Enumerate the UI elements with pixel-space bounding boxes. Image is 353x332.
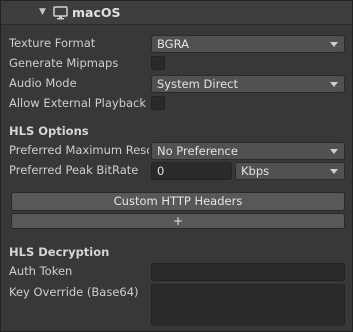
texture-format-dropdown[interactable]: BGRA bbox=[151, 35, 345, 53]
texture-format-value: BGRA bbox=[157, 37, 189, 51]
custom-http-headers-label: Custom HTTP Headers bbox=[113, 194, 243, 208]
key-override-row: Key Override (Base64) bbox=[1, 284, 352, 328]
allow-external-playback-checkbox[interactable] bbox=[151, 96, 165, 110]
auth-token-label: Auth Token bbox=[9, 264, 73, 278]
generate-mipmaps-label: Generate Mipmaps bbox=[9, 56, 119, 70]
audio-mode-row: Audio Mode System Direct bbox=[1, 75, 352, 93]
allow-external-playback-row: Allow External Playback bbox=[1, 95, 352, 113]
key-override-label: Key Override (Base64) bbox=[9, 285, 139, 299]
auth-token-input[interactable] bbox=[151, 263, 345, 281]
audio-mode-label: Audio Mode bbox=[9, 76, 77, 90]
platform-title: macOS bbox=[72, 5, 121, 20]
triangle-down-icon[interactable]: ▼ bbox=[39, 7, 46, 17]
preferred-peak-bitrate-label: Preferred Peak BitRate bbox=[9, 163, 139, 177]
generate-mipmaps-row: Generate Mipmaps bbox=[1, 55, 352, 73]
bitrate-unit-value: Kbps bbox=[241, 164, 270, 178]
plus-icon: + bbox=[172, 214, 184, 228]
preferred-peak-bitrate-value: 0 bbox=[157, 164, 165, 178]
chevron-down-icon bbox=[330, 82, 338, 87]
auth-token-row: Auth Token bbox=[1, 263, 352, 281]
chevron-down-icon bbox=[330, 42, 338, 47]
texture-format-label: Texture Format bbox=[9, 36, 96, 50]
monitor-icon bbox=[53, 6, 68, 20]
audio-mode-value: System Direct bbox=[157, 77, 238, 91]
preferred-peak-bitrate-row: Preferred Peak BitRate 0 Kbps bbox=[1, 162, 352, 180]
texture-format-row: Texture Format BGRA bbox=[1, 35, 352, 53]
chevron-down-icon bbox=[330, 169, 338, 174]
hls-decryption-heading: HLS Decryption bbox=[9, 245, 110, 259]
generate-mipmaps-checkbox[interactable] bbox=[151, 56, 165, 70]
preferred-max-resolution-value: No Preference bbox=[157, 144, 238, 158]
preferred-max-resolution-label: Preferred Maximum Reso bbox=[9, 143, 149, 157]
bitrate-unit-dropdown[interactable]: Kbps bbox=[235, 162, 345, 180]
custom-http-headers-button[interactable]: Custom HTTP Headers bbox=[11, 192, 345, 211]
add-header-button[interactable]: + bbox=[11, 213, 345, 229]
hls-options-heading: HLS Options bbox=[9, 124, 89, 138]
key-override-textarea[interactable] bbox=[151, 284, 345, 326]
macos-platform-panel: ▼ macOS Texture Format BGRA Generate Mip… bbox=[0, 0, 353, 332]
allow-external-playback-label: Allow External Playback bbox=[9, 96, 147, 110]
audio-mode-dropdown[interactable]: System Direct bbox=[151, 75, 345, 93]
preferred-max-resolution-dropdown[interactable]: No Preference bbox=[151, 142, 345, 160]
preferred-max-resolution-row: Preferred Maximum Reso No Preference bbox=[1, 142, 352, 160]
preferred-peak-bitrate-input[interactable]: 0 bbox=[151, 162, 232, 180]
platform-foldout-header[interactable]: ▼ macOS bbox=[1, 1, 352, 25]
chevron-down-icon bbox=[330, 149, 338, 154]
